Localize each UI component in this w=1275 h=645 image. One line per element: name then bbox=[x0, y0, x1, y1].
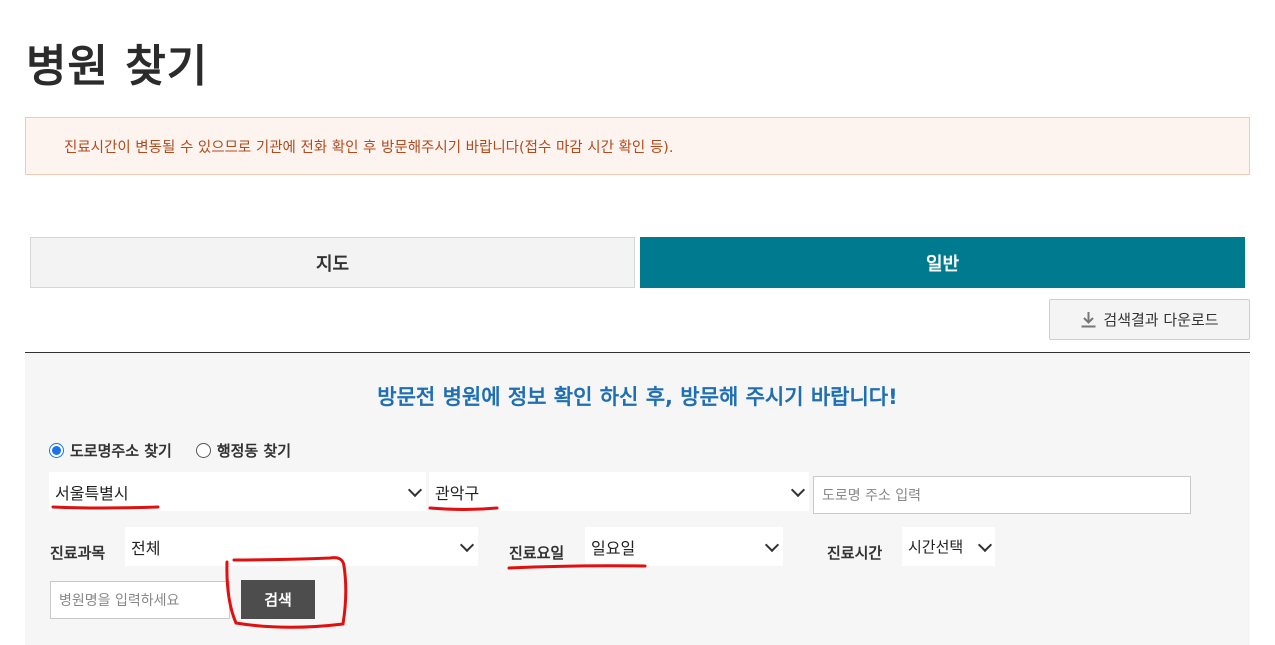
chevron-down-icon bbox=[764, 537, 780, 552]
download-results-button[interactable]: 검색결과 다운로드 bbox=[1049, 299, 1250, 340]
page-title: 병원 찾기 bbox=[26, 41, 209, 92]
hospital-name-input[interactable]: 병원명을 입력하세요 bbox=[50, 581, 230, 619]
day-select-value: 일요일 bbox=[591, 538, 636, 558]
district-select[interactable]: 관악구 bbox=[429, 472, 809, 511]
radio-unchecked-icon bbox=[195, 443, 211, 458]
time-select[interactable]: 시간선택 bbox=[902, 527, 995, 566]
download-label: 검색결과 다운로드 bbox=[1103, 311, 1219, 329]
chevron-down-icon bbox=[407, 482, 423, 497]
tab-general-label: 일반 bbox=[925, 253, 960, 275]
department-select[interactable]: 전체 bbox=[125, 527, 478, 566]
time-select-value: 시간선택 bbox=[908, 538, 964, 556]
day-label: 진료요일 bbox=[509, 544, 565, 562]
city-select-value: 서울특별시 bbox=[55, 483, 129, 503]
download-icon bbox=[1081, 312, 1096, 328]
chevron-down-icon bbox=[459, 537, 475, 552]
tab-general[interactable]: 일반 bbox=[640, 237, 1245, 288]
radio-road-address-label: 도로명주소 찾기 bbox=[70, 442, 172, 460]
time-label: 진료시간 bbox=[827, 544, 883, 562]
notice-banner: 진료시간이 변동될 수 있으므로 기관에 전화 확인 후 방문해주시기 바랍니다… bbox=[25, 117, 1250, 175]
chevron-down-icon bbox=[977, 537, 993, 552]
search-button-label: 검색 bbox=[264, 591, 292, 609]
tab-map-label: 지도 bbox=[315, 253, 350, 275]
day-select[interactable]: 일요일 bbox=[585, 527, 783, 566]
road-address-placeholder: 도로명 주소 입력 bbox=[822, 488, 922, 504]
radio-checked-icon bbox=[49, 443, 64, 458]
city-select[interactable]: 서울특별시 bbox=[49, 472, 426, 511]
chevron-down-icon bbox=[790, 482, 806, 497]
notice-text: 진료시간이 변동될 수 있으므로 기관에 전화 확인 후 방문해주시기 바랍니다… bbox=[64, 139, 674, 156]
hospital-name-placeholder: 병원명을 입력하세요 bbox=[59, 593, 180, 609]
search-button[interactable]: 검색 bbox=[241, 580, 315, 619]
radio-road-address[interactable]: 도로명주소 찾기 bbox=[49, 440, 172, 461]
department-select-value: 전체 bbox=[131, 538, 161, 558]
district-select-value: 관악구 bbox=[435, 483, 480, 503]
search-panel: 방문전 병원에 정보 확인 하신 후, 방문해 주시기 바랍니다! 도로명주소 … bbox=[25, 353, 1250, 645]
radio-admin-dong-label: 행정동 찾기 bbox=[216, 442, 292, 460]
road-address-input[interactable]: 도로명 주소 입력 bbox=[813, 476, 1191, 514]
radio-admin-dong[interactable]: 행정동 찾기 bbox=[195, 440, 292, 461]
address-mode-group: 도로명주소 찾기 행정동 찾기 bbox=[49, 440, 291, 461]
tab-map[interactable]: 지도 bbox=[30, 237, 635, 288]
department-label: 진료과목 bbox=[50, 544, 106, 562]
search-heading: 방문전 병원에 정보 확인 하신 후, 방문해 주시기 바랍니다! bbox=[377, 385, 898, 409]
